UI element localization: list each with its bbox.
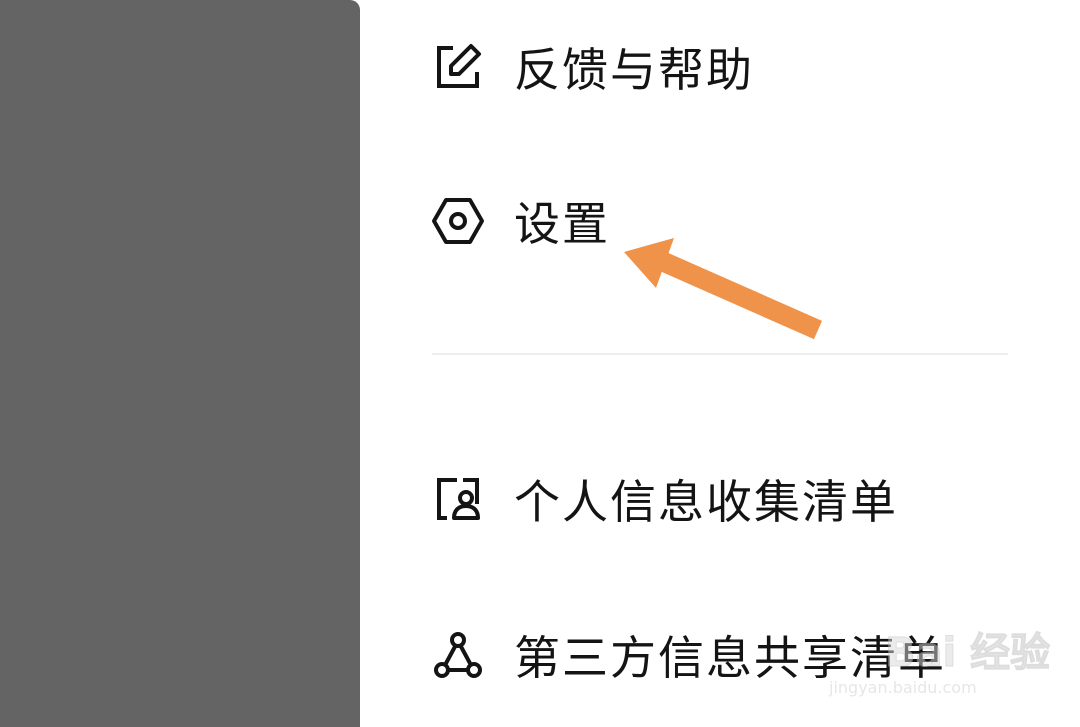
share-nodes-icon bbox=[430, 627, 486, 683]
menu-item-label: 个人信息收集清单 bbox=[514, 475, 898, 529]
feedback-edit-icon bbox=[430, 39, 486, 95]
watermark: Bai 经验 jingyan.baidu.com bbox=[825, 612, 1051, 702]
watermark-brand: Bai 经验 bbox=[884, 630, 1051, 677]
dim-overlay[interactable] bbox=[0, 0, 360, 727]
menu-divider bbox=[432, 353, 1008, 355]
watermark-url: jingyan.baidu.com bbox=[829, 678, 977, 697]
menu-item-personal-info[interactable]: 个人信息收集清单 bbox=[430, 466, 898, 532]
settings-hex-icon bbox=[430, 193, 486, 249]
menu-item-settings[interactable]: 设置 bbox=[430, 188, 610, 254]
menu-item-label: 设置 bbox=[514, 197, 610, 251]
screen: 反馈与帮助 设置 个人信息收集清单 第三方信息共享清单 Bai 经验 jingy… bbox=[0, 0, 1080, 727]
menu-item-feedback[interactable]: 反馈与帮助 bbox=[430, 34, 754, 100]
menu-item-label: 反馈与帮助 bbox=[514, 43, 754, 97]
personal-info-icon bbox=[430, 471, 486, 527]
